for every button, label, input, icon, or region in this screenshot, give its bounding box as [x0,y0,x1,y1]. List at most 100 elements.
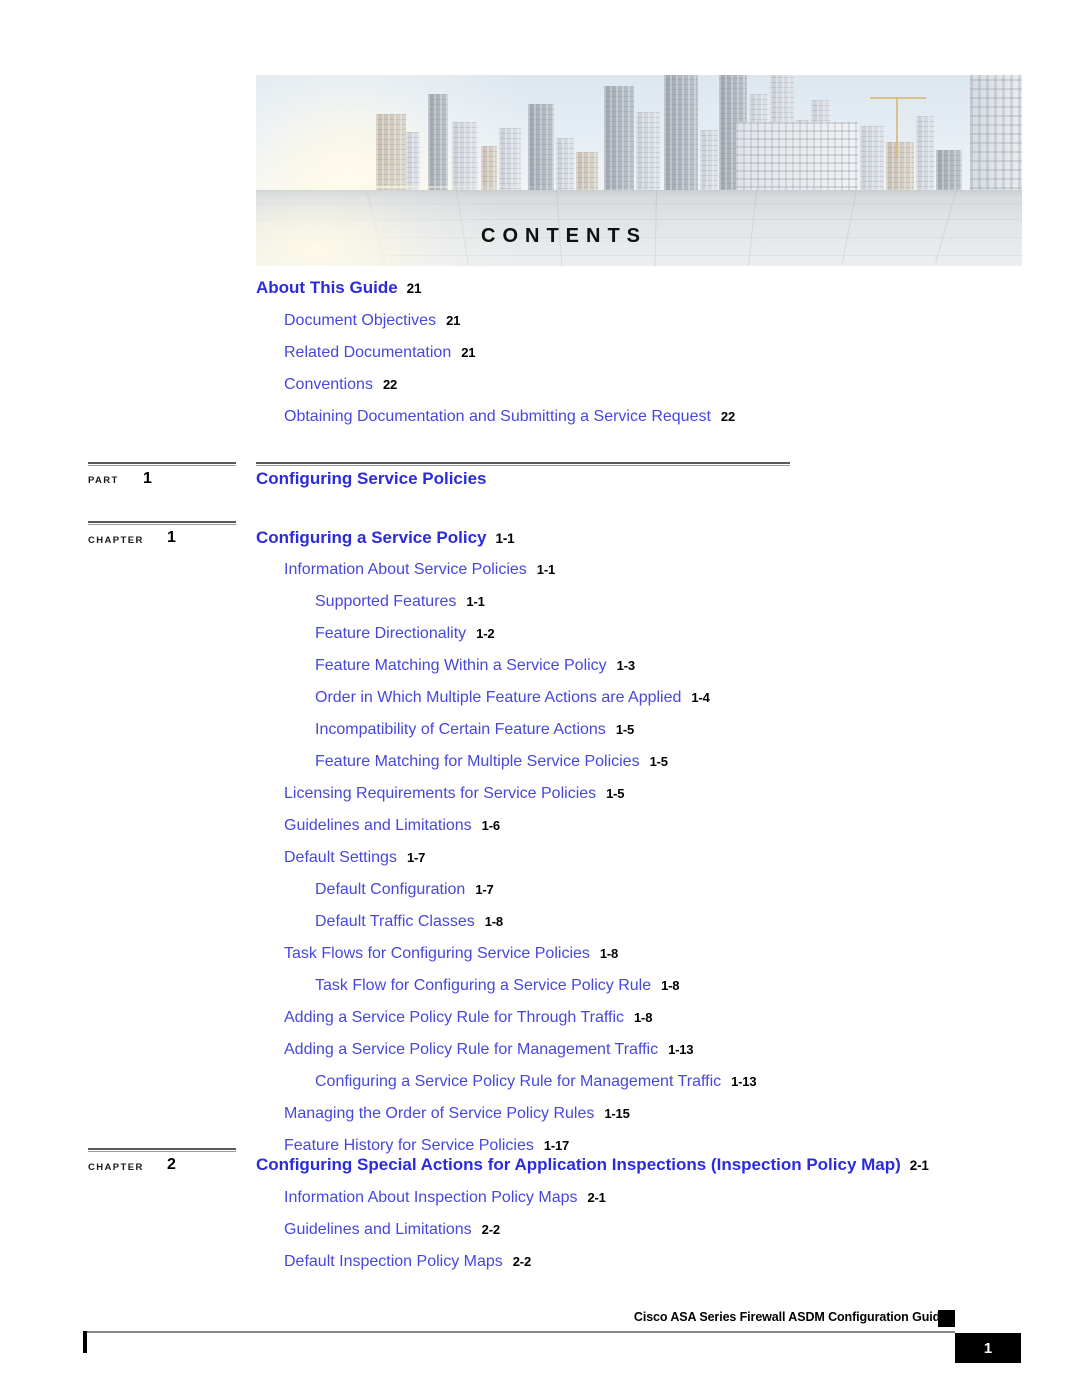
toc-entry-default-configuration[interactable]: Default Configuration 1-7 [315,880,1080,900]
toc-entry-conventions[interactable]: Conventions 22 [284,375,1080,395]
toc-entry-page: 1-13 [731,1074,757,1089]
toc-entry-task-flow-for-configuring-a-service-policy-rule[interactable]: Task Flow for Configuring a Service Poli… [315,976,1080,996]
toc-entry-default-traffic-classes[interactable]: Default Traffic Classes 1-8 [315,912,1080,932]
chapter-marker-label: CHAPTER [88,1162,144,1173]
footer-square-marker [938,1310,955,1327]
toc-entry-page: 21 [461,345,476,360]
chapter-title-page: 2-1 [909,1158,929,1173]
toc-entry-page: 1-2 [476,626,495,641]
toc-entry-page: 22 [382,377,398,392]
part-title[interactable]: Configuring Service Policies [256,469,487,489]
part-title-rule [256,462,790,464]
building [664,75,698,190]
part-marker-rule [88,462,236,464]
toc-entry-page: 21 [406,281,422,296]
building [936,149,962,190]
toc-entry-label: Obtaining Documentation and Submitting a… [284,408,711,425]
toc-entry-label: Document Objectives [284,312,437,329]
part-title-label: Configuring Service Policies [256,469,487,488]
toc-entry-task-flows-for-configuring-service-policies[interactable]: Task Flows for Configuring Service Polic… [284,944,1080,964]
toc-entry-page: 2-2 [481,1222,500,1237]
toc-entry-feature-matching-within-a-service-policy[interactable]: Feature Matching Within a Service Policy… [315,656,1080,676]
toc-entry-label: Licensing Requirements for Service Polic… [284,785,597,802]
chapter-1-title[interactable]: Configuring a Service Policy 1-1 [256,528,515,549]
toc-entry-page: 1-15 [604,1106,630,1121]
footer-guide-title: Cisco ASA Series Firewall ASDM Configura… [633,1310,947,1324]
toc-entry-label: Adding a Service Policy Rule for Through… [284,1009,625,1026]
toc-entry-default-settings[interactable]: Default Settings 1-7 [284,848,1080,868]
building [376,113,406,190]
toc-entry-information-about-service-policies[interactable]: Information About Service Policies 1-1 [284,560,1080,580]
header-banner-image: CONTENTS [256,75,1022,266]
toc-entry-supported-features[interactable]: Supported Features 1-1 [315,592,1080,612]
toc-entry-guidelines-and-limitations-ch2[interactable]: Guidelines and Limitations 2-2 [284,1220,1080,1240]
toc-entry-page: 2-1 [587,1190,606,1205]
toc-entry-information-about-inspection-policy-maps[interactable]: Information About Inspection Policy Maps… [284,1188,1080,1208]
toc-entry-order-in-which-multiple-feature-actions-are-applied[interactable]: Order in Which Multiple Feature Actions … [315,688,1080,708]
toc-entry-guidelines-and-limitations-ch1[interactable]: Guidelines and Limitations 1-6 [284,816,1080,836]
toc-entry-label: Configuring a Service Policy Rule for Ma… [315,1073,722,1090]
chapter-1-toc-entries: Information About Service Policies 1-1 Su… [0,560,1080,1168]
toc-entry-label: Feature Matching for Multiple Service Po… [315,753,640,770]
chapter-marker-label: CHAPTER [88,535,144,546]
page-number-box: 1 [955,1333,1021,1363]
toc-entry-document-objectives[interactable]: Document Objectives 21 [284,311,1080,331]
toc-entry-label: Default Configuration [315,881,466,898]
toc-entry-label: Default Inspection Policy Maps [284,1253,503,1270]
toc-entry-label: Feature Directionality [315,625,467,642]
building [636,111,660,190]
toc-entry-page: 1-8 [484,914,503,929]
part-marker-rule-thin [88,465,236,466]
toc-entry-page: 21 [446,313,461,328]
toc-entry-related-documentation[interactable]: Related Documentation 21 [284,343,1080,363]
toc-entry-label: Managing the Order of Service Policy Rul… [284,1105,595,1122]
toc-entry-label: Incompatibility of Certain Feature Actio… [315,721,606,738]
toc-entry-label: Task Flow for Configuring a Service Poli… [315,977,652,994]
toc-entry-feature-history-for-service-policies[interactable]: Feature History for Service Policies 1-17 [284,1136,1080,1156]
toc-entry-page: 1-5 [606,786,625,801]
crane [870,97,926,99]
building [736,121,858,190]
toc-entry-label: Feature Matching Within a Service Policy [315,657,607,674]
building [700,129,718,190]
toc-entry-configuring-a-service-policy-rule-for-management-traffic[interactable]: Configuring a Service Policy Rule for Ma… [315,1072,1080,1092]
toc-entry-licensing-requirements-for-service-policies[interactable]: Licensing Requirements for Service Polic… [284,784,1080,804]
toc-entry-default-inspection-policy-maps[interactable]: Default Inspection Policy Maps 2-2 [284,1252,1080,1272]
building [481,145,497,190]
crane [896,97,898,157]
chapter-marker-rule-thin [88,1151,236,1152]
part-marker-label: PART [88,475,119,486]
toc-entry-obtaining-documentation[interactable]: Obtaining Documentation and Submitting a… [284,407,1080,427]
toc-entry-page: 1-8 [634,1010,653,1025]
part-title-rule-thin [256,465,790,466]
building [528,103,554,190]
toc-entry-page: 1-13 [668,1042,694,1057]
toc-entry-adding-a-service-policy-rule-for-through-traffic[interactable]: Adding a Service Policy Rule for Through… [284,1008,1080,1028]
building [886,141,914,190]
toc-entry-page: 1-1 [466,594,485,609]
building [860,125,884,190]
page-footer: Cisco ASA Series Firewall ASDM Configura… [0,1310,1080,1390]
toc-entry-adding-a-service-policy-rule-for-management-traffic[interactable]: Adding a Service Policy Rule for Managem… [284,1040,1080,1060]
toc-entry-incompatibility-of-certain-feature-actions[interactable]: Incompatibility of Certain Feature Actio… [315,720,1080,740]
footer-rule [83,1331,955,1333]
chapter-title-page: 1-1 [495,531,515,546]
part-marker-number: 1 [143,470,152,487]
chapter-marker-rule [88,1148,236,1150]
toc-entry-label: Task Flows for Configuring Service Polic… [284,945,590,962]
toc-entry-page: 1-6 [481,818,500,833]
chapter-marker-rule-thin [88,524,236,525]
chapter-2-title[interactable]: Configuring Special Actions for Applicat… [256,1155,929,1176]
building [428,93,448,190]
toc-entry-label: Related Documentation [284,344,452,361]
chapter-2-toc-entries: Information About Inspection Policy Maps… [0,1188,1080,1284]
toc-entry-label: Default Settings [284,849,397,866]
toc-entry-page: 1-5 [615,722,635,737]
building [916,115,934,190]
toc-entry-feature-matching-for-multiple-service-policies[interactable]: Feature Matching for Multiple Service Po… [315,752,1080,772]
building [406,131,420,190]
toc-entry-feature-directionality[interactable]: Feature Directionality 1-2 [315,624,1080,644]
toc-entry-about-this-guide[interactable]: About This Guide 21 [256,278,1080,299]
toc-entry-managing-the-order-of-service-policy-rules[interactable]: Managing the Order of Service Policy Rul… [284,1104,1080,1124]
toc-entry-label: Order in Which Multiple Feature Actions … [315,689,682,706]
